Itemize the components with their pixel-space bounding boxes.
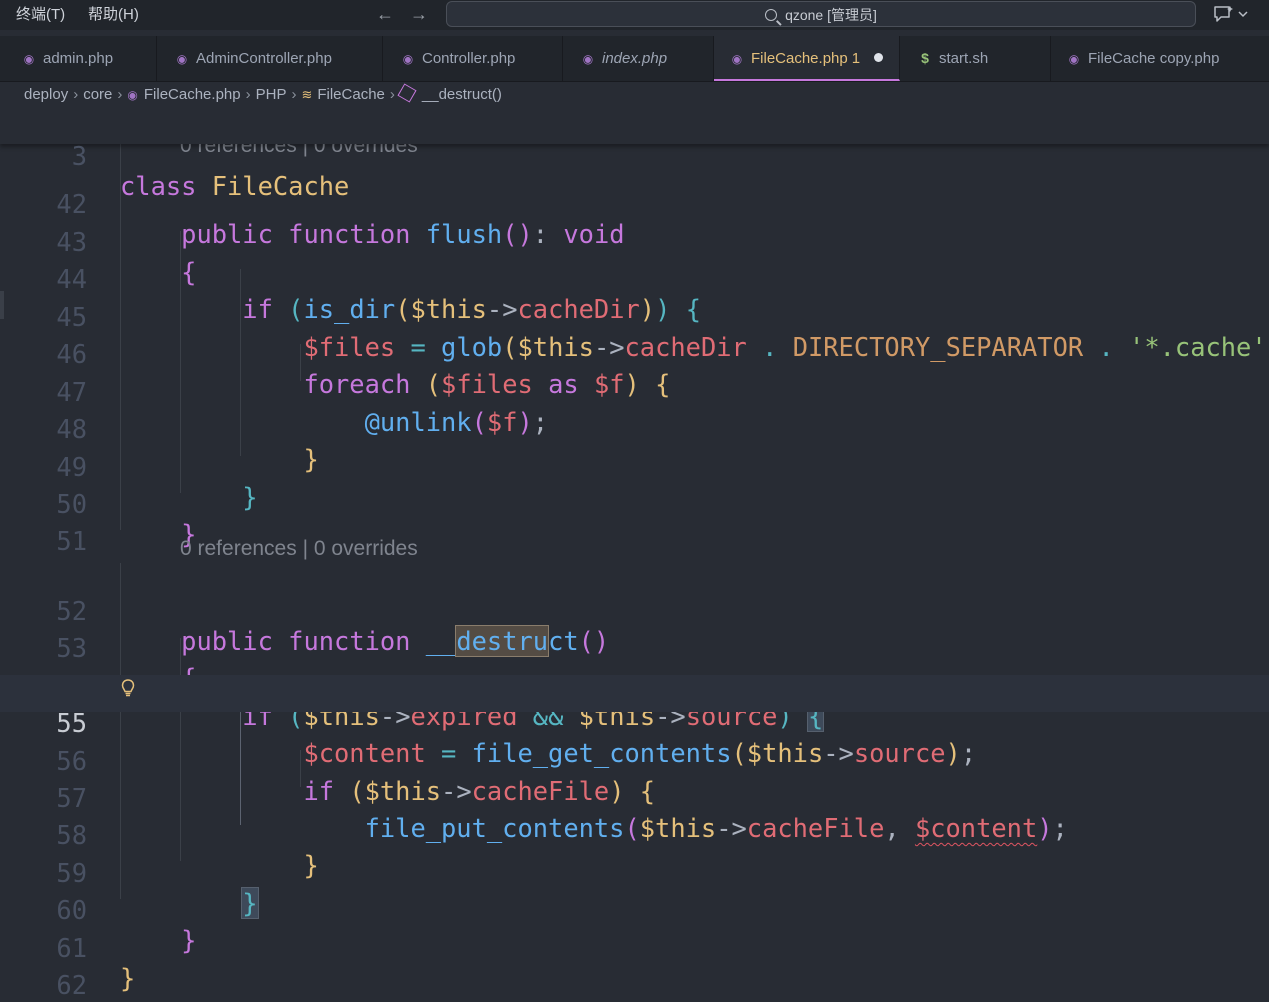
chevron-right-icon: › (73, 86, 79, 103)
forward-arrow-icon[interactable]: → (410, 3, 428, 25)
tab-filecache-copy-php[interactable]: ◉ FileCache copy.php (1051, 36, 1269, 81)
unsaved-dot-icon[interactable] (874, 53, 884, 62)
code-row-current: 55 $content = file_get_contents($this->s… (0, 675, 1269, 768)
code-row: 54 if ($this->expired && $this->source) … (0, 638, 1269, 732)
command-center-search[interactable]: qzone [管理员] (446, 1, 1196, 27)
code-row: 47 @unlink($f); (0, 344, 1269, 437)
tab-label: Controller.php (422, 50, 516, 67)
lightbulb-icon[interactable] (121, 678, 135, 700)
code-row: 57 file_put_contents($this->cacheFile, $… (0, 750, 1269, 843)
php-elephant-icon: ◉ (402, 52, 414, 66)
code-row: 59 } (0, 825, 1269, 919)
sticky-scroll-header[interactable]: 3 class FileCache (0, 108, 1269, 201)
tab-controller-php[interactable]: ◉ Controller.php (383, 36, 563, 81)
chevron-right-icon: › (291, 86, 297, 103)
code-row: 49 } (0, 419, 1269, 512)
breadcrumb-php[interactable]: PHP (256, 86, 287, 103)
php-elephant-icon: ◉ (582, 52, 594, 66)
search-icon (765, 9, 778, 21)
breadcrumb-file[interactable]: FileCache.php (144, 86, 241, 103)
code-line: class FileCache (120, 171, 350, 201)
php-elephant-icon: ◉ (731, 52, 743, 66)
php-elephant-icon: ◉ (176, 52, 188, 66)
back-arrow-icon[interactable]: ← (376, 3, 394, 25)
problems-count-badge: 1 (851, 50, 861, 67)
code-row: 50 } (0, 456, 1269, 549)
line-number: 62 (56, 970, 87, 1000)
menu-terminal[interactable]: 终端(T) (16, 5, 65, 25)
code-row: 48 } (0, 381, 1269, 474)
tab-label: index.php (602, 50, 668, 67)
tab-bar: ◉ admin.php ◉ AdminController.php ◉ Control… (0, 36, 1269, 82)
code-row: 60 } (0, 862, 1269, 955)
class-symbol-icon: ≋ (301, 87, 313, 102)
codelens-references[interactable]: 0 references | 0 overrides (180, 534, 418, 564)
php-elephant-icon: ◉ (23, 52, 35, 66)
code-row: 51 (0, 493, 1269, 556)
tab-label: admin.php (43, 50, 114, 67)
menu-help[interactable]: 帮助(H) (88, 5, 139, 25)
chevron-right-icon: › (245, 86, 251, 103)
method-cube-icon (397, 83, 417, 103)
breadcrumb: deploy › core › ◉ FileCache.php › PHP › ≋ FileCach… (24, 83, 502, 106)
breadcrumb-class[interactable]: FileCache (317, 86, 385, 103)
search-text: qzone [管理员] (785, 7, 877, 23)
code-row: 44 if (is_dir($this->cacheDir)) { (0, 231, 1269, 324)
title-bar: 终端(T) 帮助(H) ← → qzone [管理员] (0, 0, 1269, 30)
php-elephant-icon: ◉ (1068, 52, 1080, 66)
code-row: 46 foreach ($files as $f) { (0, 306, 1269, 399)
tab-filecache-php[interactable]: ◉ FileCache.php 1 (714, 36, 900, 81)
code-row: 56 if ($this->cacheFile) { (0, 713, 1269, 806)
tab-label: AdminController.php (196, 50, 332, 67)
code-row: 62 (0, 937, 1269, 1000)
code-row: 58 } (0, 787, 1269, 880)
code-row: 53 { (0, 600, 1269, 693)
breadcrumb-core[interactable]: core (83, 86, 112, 103)
line-number: 51 (56, 526, 87, 556)
chat-button[interactable] (1212, 4, 1252, 24)
tab-start-sh[interactable]: $ start.sh (900, 36, 1051, 81)
shell-dollar-icon: $ (921, 50, 929, 66)
chat-sparkle-icon (1214, 6, 1248, 22)
tab-index-php[interactable]: ◉ index.php (563, 36, 714, 81)
chevron-right-icon: › (389, 86, 395, 103)
php-elephant-icon: ◉ (127, 88, 138, 102)
tab-label: start.sh (939, 50, 989, 67)
tab-admincontroller-php[interactable]: ◉ AdminController.php (157, 36, 383, 81)
chevron-right-icon: › (117, 86, 123, 103)
code-editor[interactable]: 3 class FileCache 0 references | 0 overr… (0, 108, 1269, 1002)
tab-admin-php[interactable]: ◉ admin.php (0, 36, 157, 81)
code-row: 45 $files = glob($this->cacheDir . DIREC… (0, 269, 1269, 362)
breadcrumb-deploy[interactable]: deploy (24, 86, 68, 103)
line-number: 3 (71, 141, 87, 171)
breadcrumb-method[interactable]: __destruct() (422, 86, 502, 103)
code-row: 61 } (0, 900, 1269, 993)
code-row: 52 public function __destruct() (0, 563, 1269, 657)
tab-label: FileCache.php (751, 50, 848, 67)
tab-label: FileCache copy.php (1088, 50, 1220, 67)
